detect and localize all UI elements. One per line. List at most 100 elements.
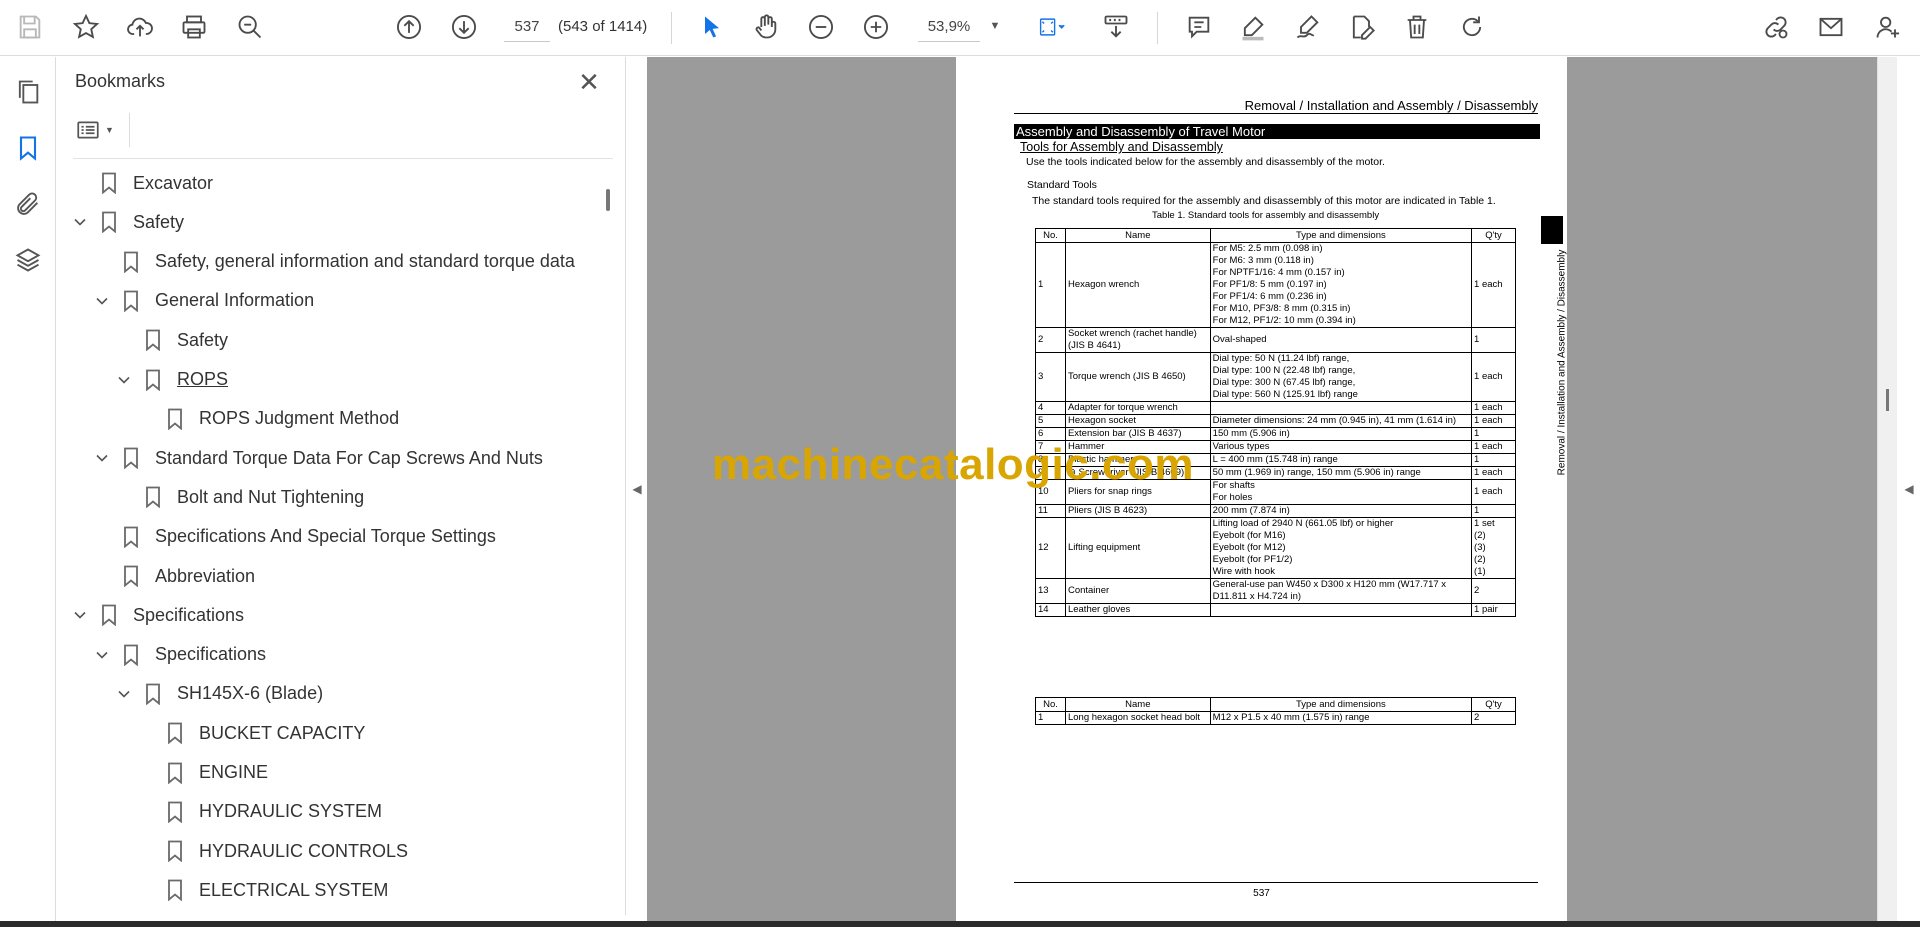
share-link-icon[interactable] [1760, 11, 1792, 43]
bookmark-label: Specifications [133, 604, 245, 625]
delete-trash-icon[interactable] [1401, 11, 1433, 43]
hand-tool-icon[interactable] [750, 11, 782, 43]
bookmarks-panel: Bookmarks ✕ ▼ Excavator Safety Safety, gen… [57, 57, 626, 915]
collapse-left-panel-chevron-icon[interactable]: ◀ [627, 57, 647, 921]
bookmark-item[interactable]: Bolt and Nut Tightening [57, 479, 597, 515]
bookmark-label: Safety [133, 211, 185, 232]
email-icon[interactable] [1815, 11, 1847, 43]
bookmark-item[interactable]: Safety [57, 204, 597, 240]
bookmark-item[interactable]: BUCKET CAPACITY [57, 715, 597, 751]
layers-icon[interactable] [11, 243, 45, 277]
pdf-viewer-app: (543 of 1414) ▼ [0, 0, 1920, 927]
chevron-down-icon[interactable] [93, 646, 111, 664]
chevron-down-icon[interactable] [93, 449, 111, 467]
cell-type: General-use pan W450 x D300 x H120 mm (W… [1209, 578, 1473, 604]
star-icon[interactable] [70, 11, 102, 43]
document-scrollbar[interactable] [1877, 57, 1897, 921]
chevron-down-icon[interactable] [93, 292, 111, 310]
table-row: 1 Hexagon wrench For M5: 2.5 mm (0.098 in)… [1035, 242, 1516, 328]
scrollbar-thumb[interactable] [1886, 389, 1889, 411]
panel-tools-divider [129, 113, 130, 147]
bookmark-item[interactable]: SH145X-6 (Blade) [57, 676, 597, 712]
bookmark-panel-icon[interactable] [11, 131, 45, 165]
chevron-down-icon[interactable] [71, 213, 89, 231]
zoom-out-icon[interactable] [805, 11, 837, 43]
cell-type-line: Lifting load of 2940 N (661.05 lbf) or h… [1212, 518, 1394, 529]
zoom-dropdown-chevron-icon[interactable]: ▼ [985, 16, 1005, 36]
cell-type: L = 400 mm (15.748 in) range [1209, 453, 1473, 467]
bookmark-icon [101, 211, 117, 234]
bookmark-item[interactable]: ROPS [57, 362, 597, 398]
zoom-search-icon[interactable] [234, 11, 266, 43]
cell-type-line: Dial type: 100 N (22.48 lbf) range, [1212, 365, 1356, 376]
bookmark-item[interactable]: Excavator [57, 165, 597, 201]
bookmark-item[interactable]: ENGINE [57, 755, 597, 791]
bookmark-item[interactable]: Specifications And Special Torque Settin… [57, 519, 597, 555]
bookmark-item[interactable]: ROPS Judgment Method [57, 401, 597, 437]
cell-qty-line: 1 pair [1474, 604, 1498, 615]
chevron-down-icon[interactable] [115, 685, 133, 703]
intro-text: Use the tools indicated below for the as… [1026, 156, 1385, 168]
bookmark-item[interactable]: General Information [57, 283, 597, 319]
zoom-level-input[interactable] [918, 12, 980, 42]
bookmark-icon [167, 762, 183, 784]
highlight-pen-icon[interactable] [1237, 11, 1269, 43]
bookmark-label: Safety [177, 329, 229, 350]
page-thumbnails-icon[interactable] [11, 75, 45, 109]
expand-right-panel-chevron-icon[interactable]: ◀ [1898, 57, 1920, 921]
bookmark-label: BUCKET CAPACITY [199, 722, 366, 743]
bookmark-item[interactable]: Abbreviation [57, 558, 597, 594]
table-row: 2 Socket wrench (rachet handle) (JIS B 46… [1035, 327, 1516, 353]
bookmark-item[interactable]: Specifications [57, 597, 597, 633]
cell-type-line: Diameter dimensions: 24 mm (0.945 in), 4… [1212, 415, 1457, 426]
select-cursor-icon[interactable] [696, 11, 728, 43]
standard-tools-heading: Standard Tools [1027, 179, 1097, 191]
page-number-input[interactable] [504, 12, 550, 42]
bookmark-item[interactable]: Standard Torque Data For Cap Screws And … [57, 440, 597, 476]
page-header: Removal / Installation and Assembly / Di… [1244, 98, 1538, 113]
cell-qty: 1 [1471, 327, 1516, 353]
previous-page-icon[interactable] [393, 11, 425, 43]
cell-type-line: Dial type: 560 N (125.91 lbf) range [1212, 389, 1358, 400]
cell-qty-line: 2 [1474, 712, 1480, 723]
side-index-tab [1541, 216, 1563, 244]
comment-icon[interactable] [1183, 11, 1215, 43]
bookmark-item[interactable]: HYDRAULIC CONTROLS [57, 833, 597, 869]
scroll-mode-icon[interactable] [1100, 11, 1132, 43]
cell-type-line: For M5: 2.5 mm (0.098 in) [1212, 243, 1323, 254]
attachment-paperclip-icon[interactable] [11, 187, 45, 221]
cell-qty-line: 1 [1474, 334, 1480, 345]
bookmark-label: General Information [155, 290, 315, 311]
panel-scrollbar-thumb[interactable] [606, 189, 610, 211]
cell-type: Diameter dimensions: 24 mm (0.945 in), 4… [1209, 414, 1473, 428]
bookmark-options-button[interactable]: ▼ [75, 115, 125, 145]
fit-page-icon[interactable] [1030, 11, 1074, 43]
bookmark-icon [123, 251, 139, 274]
cell-name: Adapter for torque wrench [1064, 401, 1211, 415]
bookmark-item[interactable]: Safety, general information and standard… [57, 244, 597, 280]
edit-document-icon[interactable] [1346, 11, 1378, 43]
draw-signature-icon[interactable] [1292, 11, 1324, 43]
add-user-icon[interactable] [1870, 11, 1906, 43]
chevron-down-icon[interactable] [115, 371, 133, 389]
cell-type-line: 150 mm (5.906 in) [1212, 428, 1290, 439]
chevron-down-icon[interactable] [71, 606, 89, 624]
upload-cloud-icon[interactable] [124, 11, 156, 43]
zoom-in-icon[interactable] [860, 11, 892, 43]
print-icon[interactable] [178, 11, 210, 43]
bookmark-label: ELECTRICAL SYSTEM [199, 879, 389, 900]
cell-qty: 1 pair [1471, 603, 1516, 617]
close-icon[interactable]: ✕ [574, 67, 604, 97]
bookmark-item[interactable]: Safety [57, 322, 597, 358]
panel-title: Bookmarks [75, 71, 166, 91]
table-row: 13 Container General-use pan W450 x D300 x… [1035, 578, 1516, 604]
cell-qty: 1 each [1471, 242, 1516, 328]
bookmark-item[interactable]: Specifications [57, 637, 597, 673]
bookmark-item[interactable]: ELECTRICAL SYSTEM [57, 872, 597, 905]
rotate-redo-icon[interactable] [1456, 11, 1488, 43]
bookmark-item[interactable]: HYDRAULIC SYSTEM [57, 794, 597, 830]
cell-no: 5 [1035, 414, 1066, 428]
cell-qty: 2 [1471, 578, 1516, 604]
next-page-icon[interactable] [448, 11, 480, 43]
save-icon[interactable] [14, 11, 46, 43]
